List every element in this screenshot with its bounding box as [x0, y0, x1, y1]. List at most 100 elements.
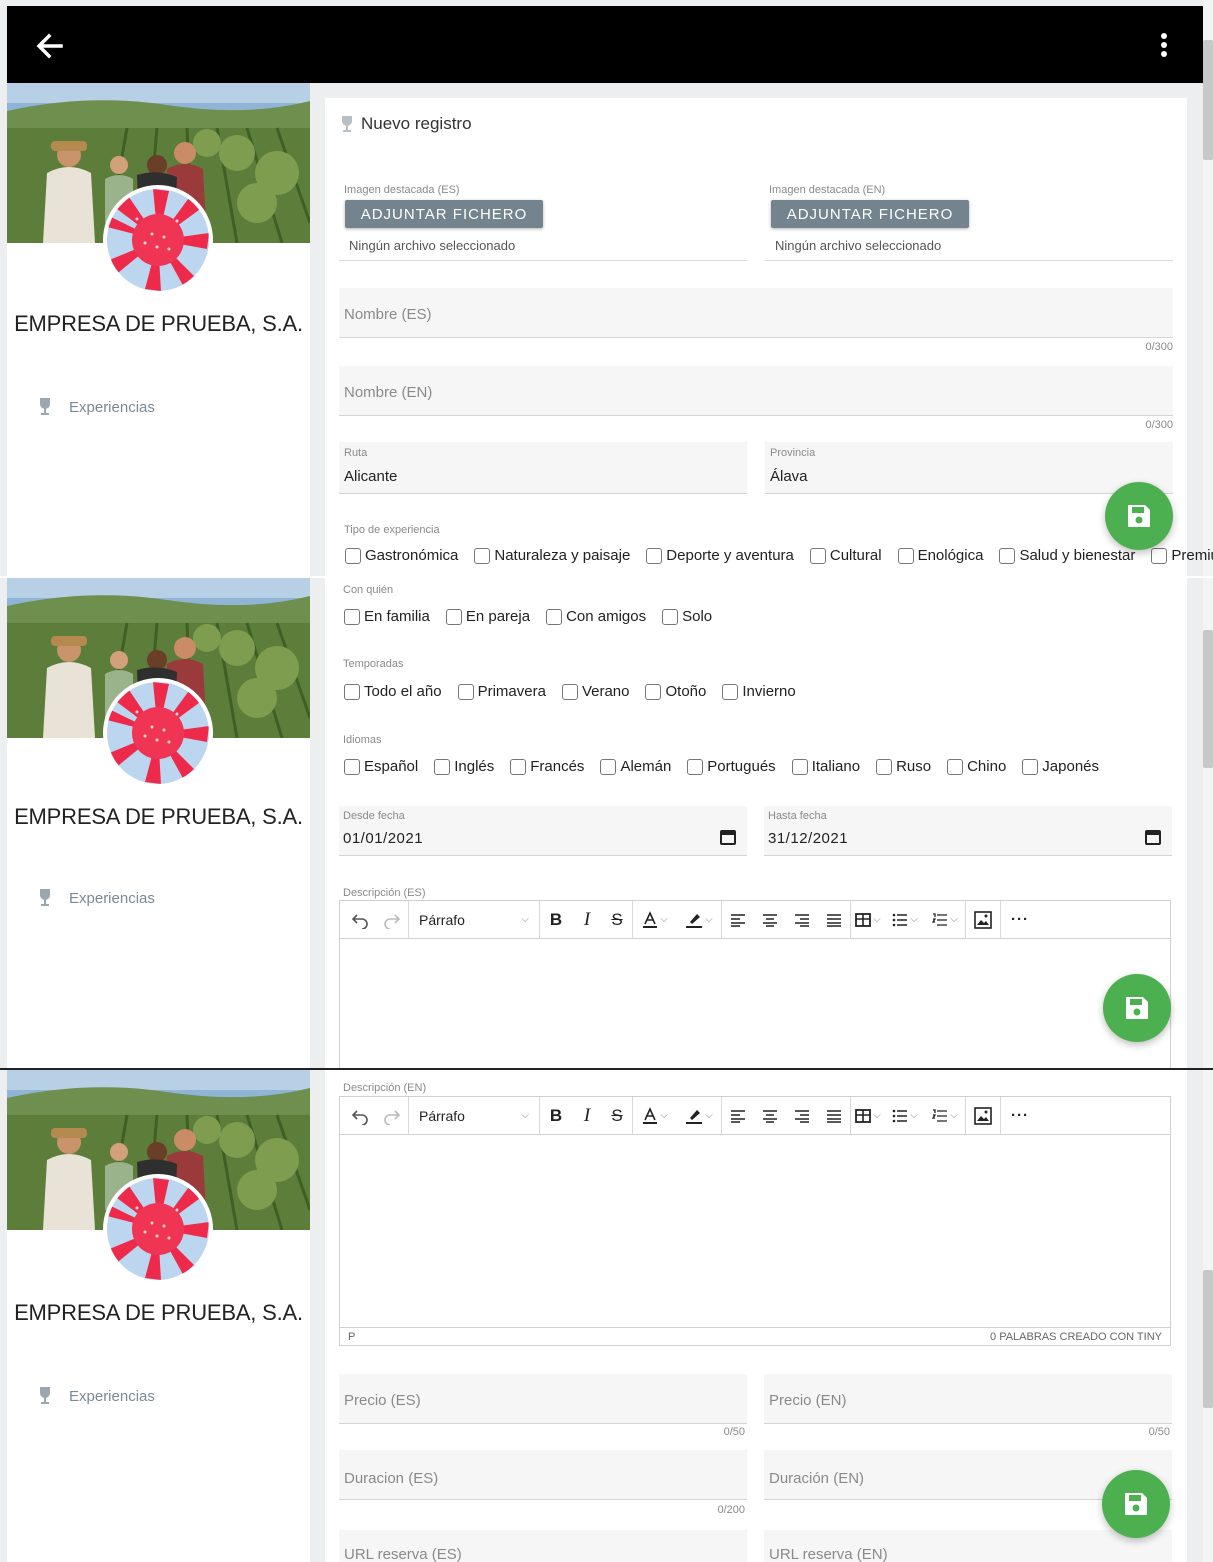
checkbox-chino[interactable]: Chino — [947, 758, 1006, 775]
checkbox-box[interactable] — [344, 758, 360, 775]
checkbox-portugues[interactable]: Portugués — [687, 758, 776, 775]
more-tools-button[interactable]: ··· — [1001, 905, 1039, 935]
to-date-field[interactable]: Hasta fecha 31/12/2021 — [764, 806, 1172, 856]
sidebar-item-experiences[interactable]: Experiencias — [37, 395, 155, 419]
more-tools-button[interactable]: ··· — [1001, 1101, 1039, 1131]
checkbox-box[interactable] — [897, 547, 914, 564]
align-right-button[interactable] — [786, 905, 818, 935]
save-fab-button[interactable] — [1105, 482, 1173, 550]
align-justify-button[interactable] — [818, 1101, 850, 1131]
checkbox-invierno[interactable]: Invierno — [722, 683, 796, 700]
checkbox-box[interactable] — [1151, 547, 1168, 564]
checkbox-naturaleza[interactable]: Naturaleza y paisaje — [474, 547, 630, 564]
checkbox-box[interactable] — [687, 758, 704, 775]
table-button[interactable]: ⌵ — [851, 1101, 885, 1131]
checkbox-en-familia[interactable]: En familia — [344, 608, 430, 625]
align-right-button[interactable] — [786, 1101, 818, 1131]
checkbox-box[interactable] — [662, 608, 679, 625]
italic-button[interactable]: I — [572, 1101, 602, 1131]
strikethrough-button[interactable]: S — [602, 1101, 632, 1131]
checkbox-box[interactable] — [474, 547, 491, 564]
checkbox-italiano[interactable]: Italiano — [791, 758, 860, 775]
checkbox-verano[interactable]: Verano — [561, 683, 629, 700]
price-es-field[interactable]: Precio (ES) — [339, 1374, 747, 1424]
highlight-color-button[interactable]: ⌵ — [677, 905, 721, 935]
checkbox-con-amigos[interactable]: Con amigos — [546, 608, 646, 625]
checkbox-cultural[interactable]: Cultural — [809, 547, 882, 564]
italic-button[interactable]: I — [572, 905, 602, 935]
upload-image-es-button[interactable]: ADJUNTAR FICHERO — [345, 200, 543, 228]
scrollbar-track[interactable] — [1203, 0, 1213, 576]
name-es-field[interactable]: Nombre (ES) — [339, 288, 1173, 338]
bullet-list-button[interactable]: ⌵ — [885, 1101, 925, 1131]
checkbox-box[interactable] — [646, 547, 663, 564]
checkbox-box[interactable] — [645, 683, 662, 700]
checkbox-box[interactable] — [457, 683, 474, 700]
editor-status[interactable]: 0 PALABRAS CREADO CON TINY — [990, 1331, 1162, 1343]
duration-es-field[interactable]: Duracion (ES) — [339, 1450, 747, 1500]
format-select[interactable]: Párrafo ⌵ — [409, 905, 539, 935]
checkbox-deporte[interactable]: Deporte y aventura — [646, 547, 794, 564]
checkbox-solo[interactable]: Solo — [662, 608, 712, 625]
checkbox-box[interactable] — [344, 683, 360, 700]
route-select[interactable]: Ruta Alicante — [339, 442, 747, 494]
redo-button[interactable] — [376, 1101, 408, 1131]
strikethrough-button[interactable]: S — [602, 905, 632, 935]
align-justify-button[interactable] — [818, 905, 850, 935]
insert-image-button[interactable] — [966, 905, 1000, 935]
redo-button[interactable] — [376, 905, 408, 935]
checkbox-box[interactable] — [947, 758, 964, 775]
checkbox-box[interactable] — [510, 758, 527, 775]
align-left-button[interactable] — [722, 905, 754, 935]
checkbox-en-pareja[interactable]: En pareja — [445, 608, 530, 625]
checkbox-salud[interactable]: Salud y bienestar — [999, 547, 1135, 564]
numbered-list-button[interactable]: ⌵ — [925, 1101, 965, 1131]
upload-image-en-button[interactable]: ADJUNTAR FICHERO — [771, 200, 969, 228]
checkbox-box[interactable] — [999, 547, 1016, 564]
text-color-button[interactable]: ⌵ — [633, 1101, 677, 1131]
checkbox-box[interactable] — [791, 758, 808, 775]
checkbox-box[interactable] — [546, 608, 563, 625]
sidebar-item-experiences[interactable]: Experiencias — [37, 1384, 155, 1408]
scrollbar-thumb[interactable] — [1203, 630, 1213, 768]
sidebar-item-experiences[interactable]: Experiencias — [37, 886, 155, 910]
checkbox-box[interactable] — [434, 758, 451, 775]
highlight-color-button[interactable]: ⌵ — [677, 1101, 721, 1131]
bold-button[interactable]: B — [540, 1101, 572, 1131]
align-left-button[interactable] — [722, 1101, 754, 1131]
bold-button[interactable]: B — [540, 905, 572, 935]
scrollbar-track[interactable] — [1203, 578, 1213, 1068]
insert-image-button[interactable] — [966, 1101, 1000, 1131]
price-en-field[interactable]: Precio (EN) — [764, 1374, 1172, 1424]
checkbox-box[interactable] — [1022, 758, 1039, 775]
table-button[interactable]: ⌵ — [851, 905, 885, 935]
booking-url-en-field[interactable]: URL reserva (EN) — [764, 1530, 1172, 1562]
checkbox-box[interactable] — [344, 608, 360, 625]
province-select[interactable]: Provincia Álava — [765, 442, 1173, 494]
checkbox-box[interactable] — [876, 758, 893, 775]
description-en-editor[interactable]: Párrafo ⌵ B I S ⌵ ⌵ ⌵ ⌵ ⌵ ··· P 0 PALABR… — [339, 1096, 1171, 1346]
checkbox-box[interactable] — [345, 547, 361, 564]
checkbox-box[interactable] — [445, 608, 462, 625]
align-center-button[interactable] — [754, 905, 786, 935]
booking-url-es-field[interactable]: URL reserva (ES) — [339, 1530, 747, 1562]
text-color-button[interactable]: ⌵ — [633, 905, 677, 935]
checkbox-japones[interactable]: Japonés — [1022, 758, 1099, 775]
checkbox-premium[interactable]: Premium — [1151, 547, 1213, 564]
checkbox-box[interactable] — [600, 758, 617, 775]
format-select[interactable]: Párrafo ⌵ — [409, 1101, 539, 1131]
checkbox-ingles[interactable]: Inglés — [434, 758, 494, 775]
calendar-icon[interactable] — [719, 828, 737, 846]
back-arrow-icon[interactable] — [31, 26, 71, 66]
checkbox-box[interactable] — [809, 547, 826, 564]
calendar-icon[interactable] — [1144, 828, 1162, 846]
undo-button[interactable] — [344, 905, 376, 935]
checkbox-espanol[interactable]: Español — [344, 758, 418, 775]
checkbox-otono[interactable]: Otoño — [645, 683, 706, 700]
name-en-field[interactable]: Nombre (EN) — [339, 366, 1173, 416]
checkbox-enologica[interactable]: Enológica — [897, 547, 983, 564]
description-es-editor[interactable]: Párrafo ⌵ B I S ⌵ ⌵ ⌵ ⌵ ⌵ ··· — [339, 900, 1171, 1068]
checkbox-box[interactable] — [722, 683, 739, 700]
checkbox-box[interactable] — [561, 683, 578, 700]
from-date-field[interactable]: Desde fecha 01/01/2021 — [339, 806, 747, 856]
